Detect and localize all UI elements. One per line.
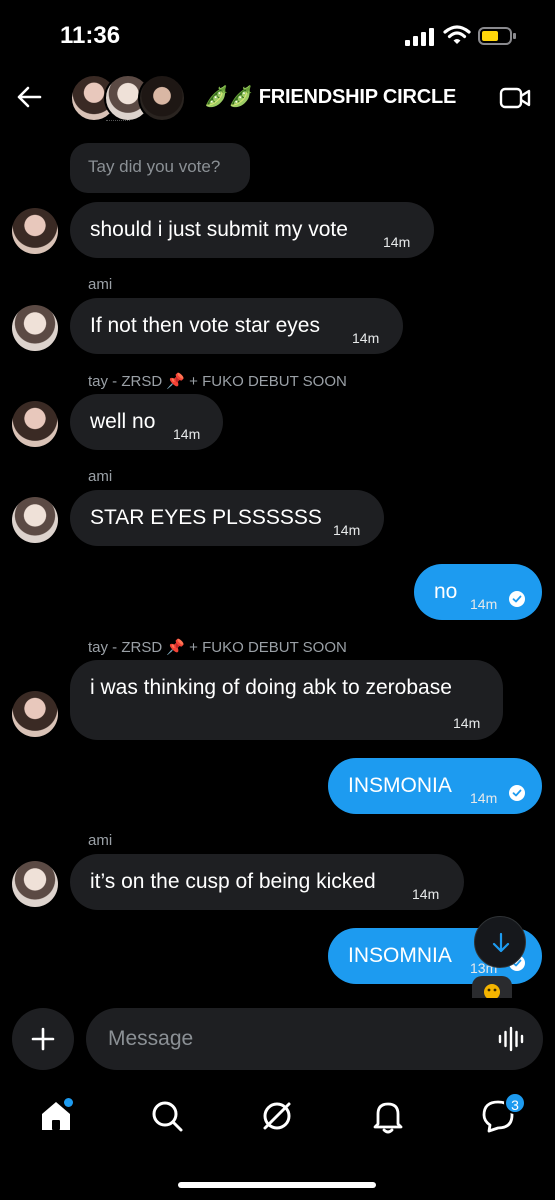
message-bubble[interactable]: well no 14m (70, 394, 223, 450)
plus-icon (31, 1027, 55, 1051)
quoted-message-text: Tay did you vote? (88, 157, 221, 176)
quoted-message[interactable]: Tay did you vote? (70, 143, 250, 193)
typing-indicator (472, 976, 512, 998)
read-check-icon (509, 591, 525, 607)
arrow-down-icon (492, 932, 510, 953)
message-timestamp: 14m (470, 790, 498, 806)
message-text: no (434, 580, 458, 603)
grok-icon (263, 1102, 291, 1130)
message-timestamp: 14m (453, 715, 481, 731)
battery-icon (478, 27, 516, 45)
cellular-signal-icon (405, 28, 437, 46)
message-bubble[interactable]: i was thinking of doing abk to zerobase … (70, 660, 503, 740)
sender-name: ami (88, 832, 113, 849)
avatar[interactable] (12, 691, 58, 737)
tab-grok[interactable] (257, 1096, 297, 1136)
message-text: it’s on the cusp of being kicked (90, 870, 376, 893)
message-bubble[interactable]: it’s on the cusp of being kicked 14m (70, 854, 464, 910)
tab-home[interactable] (36, 1096, 76, 1136)
tab-messages[interactable]: 3 (478, 1092, 526, 1136)
unread-badge: 3 (504, 1092, 526, 1114)
cutoff-sender-label (106, 120, 130, 128)
read-check-icon (509, 785, 525, 801)
add-attachment-button[interactable] (12, 1008, 74, 1070)
typing-emoji-icon (484, 984, 500, 998)
message-timestamp: 14m (470, 596, 498, 612)
sender-name: ami (88, 276, 113, 293)
sender-name: tay - ZRSD 📌 + FUKO DEBUT SOON (88, 639, 347, 656)
message-timestamp: 14m (333, 522, 361, 538)
message-text: should i just submit my vote (90, 218, 348, 241)
message-bubble[interactable]: If not then vote star eyes 14m (70, 298, 403, 354)
message-bubble[interactable]: no 14m (414, 564, 542, 620)
avatar (138, 74, 186, 122)
bell-icon (373, 1102, 403, 1134)
message-text: If not then vote star eyes (90, 314, 320, 337)
sender-name: tay - ZRSD 📌 + FUKO DEBUT SOON (88, 373, 347, 390)
message-composer[interactable] (86, 1008, 543, 1070)
group-title[interactable]: 🫛🫛 FRIENDSHIP CIRCLE (204, 84, 456, 109)
wifi-icon (443, 25, 471, 44)
avatar[interactable] (12, 861, 58, 907)
message-timestamp: 14m (383, 234, 411, 250)
status-time: 11:36 (60, 22, 121, 49)
message-timestamp: 14m (412, 886, 440, 902)
message-text: STAR EYES PLSSSSSS (90, 506, 322, 529)
message-timestamp: 14m (352, 330, 380, 346)
message-text: INSOMNIA (348, 944, 452, 967)
message-text: i was thinking of doing abk to zerobase (90, 676, 452, 699)
notification-dot (64, 1098, 73, 1107)
message-bubble[interactable]: INSMONIA 14m (328, 758, 542, 814)
message-text: INSMONIA (348, 774, 452, 797)
message-bubble[interactable]: STAR EYES PLSSSSSS 14m (70, 490, 384, 546)
tab-notifications[interactable] (368, 1096, 408, 1136)
avatar[interactable] (12, 208, 58, 254)
back-arrow-icon[interactable] (14, 82, 44, 112)
avatar[interactable] (12, 401, 58, 447)
status-bar: 11:36 (0, 0, 555, 70)
video-call-icon[interactable] (499, 86, 531, 110)
conversation-header: 🫛🫛 FRIENDSHIP CIRCLE (0, 70, 555, 130)
search-icon (152, 1101, 183, 1132)
message-text: well no (90, 410, 156, 433)
message-bubble[interactable]: should i just submit my vote 14m (70, 202, 434, 258)
home-indicator[interactable] (178, 1182, 376, 1188)
group-avatars[interactable] (70, 74, 190, 122)
message-timestamp: 14m (173, 426, 201, 442)
avatar[interactable] (12, 497, 58, 543)
scroll-to-bottom-button[interactable] (474, 916, 526, 968)
tab-search[interactable] (147, 1096, 187, 1136)
voice-message-icon[interactable] (497, 1026, 525, 1052)
message-input[interactable] (108, 1026, 468, 1052)
bottom-tab-bar: 3 (0, 1090, 555, 1150)
sender-name: ami (88, 468, 113, 485)
avatar[interactable] (12, 305, 58, 351)
